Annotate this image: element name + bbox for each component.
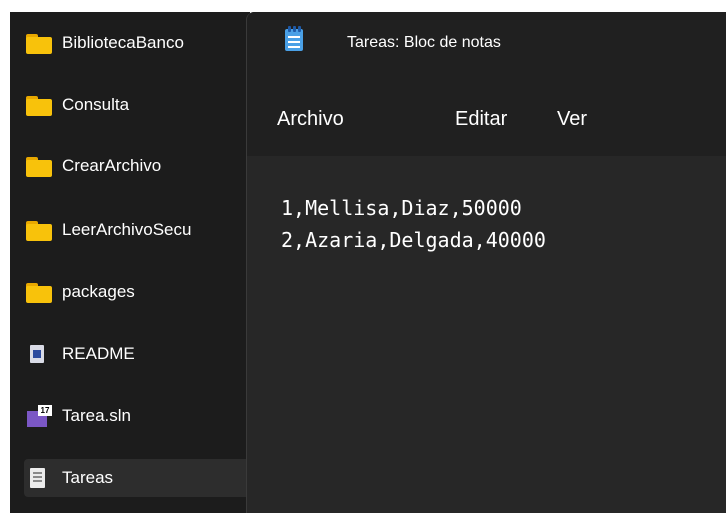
window-title: Tareas: Bloc de notas — [347, 34, 501, 51]
title-bar[interactable]: Tareas: Bloc de notas — [247, 12, 726, 78]
file-explorer-list: BibliotecaBanco Consulta CrearArchivo Le… — [10, 12, 250, 513]
item-label: packages — [62, 282, 135, 301]
folder-icon — [24, 219, 52, 241]
folder-item-leerarchivosecu[interactable]: LeerArchivoSecu — [24, 211, 250, 249]
folder-item-bibliotecabanco[interactable]: BibliotecaBanco — [24, 24, 250, 62]
folder-icon — [24, 32, 52, 54]
file-item-tarea-sln[interactable]: 17 Tarea.sln — [24, 397, 250, 435]
item-label: README — [62, 344, 135, 363]
item-label: CrearArchivo — [62, 156, 162, 175]
text-editor-area[interactable]: 1,Mellisa,Diaz,50000 2,Azaria,Delgada,40… — [247, 156, 726, 513]
folder-item-creararchivo[interactable]: CrearArchivo — [24, 147, 250, 185]
folder-icon — [24, 94, 52, 116]
folder-icon — [24, 281, 52, 303]
notepad-icon — [283, 26, 305, 52]
item-label: Consulta — [62, 95, 130, 114]
menu-editar[interactable]: Editar — [455, 108, 507, 131]
text-file-icon — [24, 467, 52, 489]
file-item-readme[interactable]: README — [24, 335, 250, 373]
readme-icon — [24, 343, 52, 365]
item-label: Tarea.sln — [62, 406, 131, 425]
menu-ver[interactable]: Ver — [557, 108, 587, 131]
menu-archivo[interactable]: Archivo — [277, 108, 344, 131]
visual-studio-solution-icon: 17 — [24, 405, 52, 427]
background-strip — [0, 0, 726, 12]
notepad-window: Tareas: Bloc de notas Archivo Editar Ver… — [246, 12, 726, 513]
item-label: LeerArchivoSecu — [62, 220, 192, 239]
item-label: BibliotecaBanco — [62, 33, 184, 52]
item-label: Tareas — [62, 468, 114, 487]
text-line: 1,Mellisa,Diaz,50000 — [281, 196, 522, 220]
folder-item-packages[interactable]: packages — [24, 273, 250, 311]
file-item-tareas[interactable]: Tareas — [24, 459, 250, 497]
folder-icon — [24, 155, 52, 177]
folder-item-consulta[interactable]: Consulta — [24, 86, 250, 124]
text-line: 2,Azaria,Delgada,40000 — [281, 228, 546, 252]
